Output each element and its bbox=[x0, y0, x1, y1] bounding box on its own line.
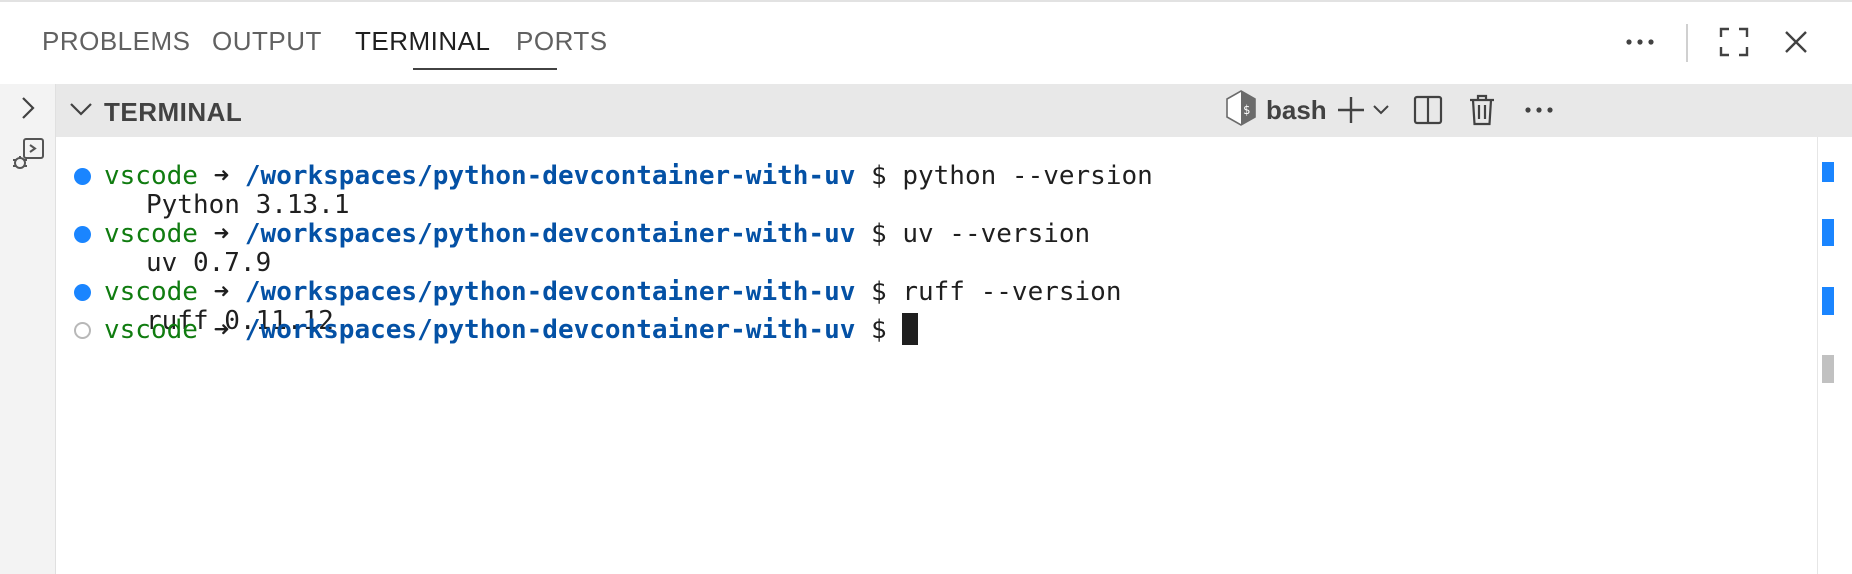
tab-ports[interactable]: PORTS bbox=[516, 26, 608, 57]
command-pending-decoration[interactable] bbox=[74, 322, 91, 339]
command-text: uv --version bbox=[902, 219, 1091, 249]
prompt-user: vscode bbox=[104, 315, 198, 345]
more-icon[interactable] bbox=[1622, 24, 1658, 60]
prompt-user: vscode bbox=[104, 161, 198, 191]
new-terminal-icon[interactable] bbox=[1336, 92, 1366, 128]
ruler-mark bbox=[1822, 287, 1834, 315]
prompt-user: vscode bbox=[104, 219, 198, 249]
prompt-path: /workspaces/python-devcontainer-with-uv bbox=[244, 161, 856, 191]
prompt-path: /workspaces/python-devcontainer-with-uv bbox=[244, 277, 856, 307]
prompt-symbol: $ bbox=[871, 315, 887, 345]
active-tab-indicator bbox=[413, 68, 557, 70]
maximize-icon[interactable] bbox=[1716, 24, 1752, 60]
prompt-symbol: $ bbox=[871, 277, 887, 307]
prompt-symbol: $ bbox=[871, 161, 887, 191]
command-success-decoration[interactable] bbox=[74, 168, 91, 185]
prompt-arrow: ➜ bbox=[213, 277, 230, 307]
shell-label: bash bbox=[1266, 94, 1327, 125]
command-text: python --version bbox=[902, 161, 1153, 191]
chevron-right-icon[interactable] bbox=[10, 90, 46, 126]
trash-icon[interactable] bbox=[1468, 92, 1496, 128]
terminal-body[interactable]: vscode ➜ /workspaces/python-devcontainer… bbox=[57, 137, 1817, 574]
close-icon[interactable] bbox=[1778, 24, 1814, 60]
ruler-mark bbox=[1822, 162, 1834, 182]
prompt-arrow: ➜ bbox=[213, 161, 230, 191]
debug-console-icon[interactable] bbox=[10, 136, 46, 172]
split-icon[interactable] bbox=[1413, 92, 1443, 128]
chevron-down-icon[interactable] bbox=[1372, 92, 1390, 128]
command-text: ruff --version bbox=[902, 277, 1122, 307]
chevron-down-icon[interactable] bbox=[66, 94, 96, 124]
toolbar-divider bbox=[1686, 24, 1688, 62]
prompt-user: vscode bbox=[104, 277, 198, 307]
svg-text:$: $ bbox=[1243, 103, 1250, 117]
left-rail bbox=[0, 84, 56, 574]
tab-problems[interactable]: PROBLEMS bbox=[42, 26, 191, 57]
more-icon[interactable] bbox=[1524, 92, 1554, 128]
command-success-decoration[interactable] bbox=[74, 284, 91, 301]
scrollbar-thumb[interactable] bbox=[1822, 355, 1834, 383]
ruler-mark bbox=[1822, 219, 1834, 246]
tab-output[interactable]: OUTPUT bbox=[212, 26, 322, 57]
current-prompt-line[interactable]: vscode ➜ /workspaces/python-devcontainer… bbox=[104, 312, 919, 347]
prompt-path: /workspaces/python-devcontainer-with-uv bbox=[244, 219, 856, 249]
prompt-path: /workspaces/python-devcontainer-with-uv bbox=[244, 315, 856, 345]
shell-selector[interactable]: $ bash bbox=[1226, 89, 1327, 131]
command-success-decoration[interactable] bbox=[74, 226, 91, 243]
prompt-arrow: ➜ bbox=[213, 315, 230, 345]
prompt-arrow: ➜ bbox=[213, 219, 230, 249]
panel-tab-bar: PROBLEMS OUTPUT TERMINAL PORTS bbox=[0, 2, 1852, 84]
terminal-section-header: TERMINAL $ bash bbox=[56, 84, 1852, 137]
prompt-symbol: $ bbox=[871, 219, 887, 249]
text-cursor bbox=[902, 312, 919, 345]
terminal-section-title: TERMINAL bbox=[104, 97, 243, 127]
bash-icon: $ bbox=[1226, 89, 1256, 131]
tab-terminal[interactable]: TERMINAL bbox=[355, 26, 490, 57]
